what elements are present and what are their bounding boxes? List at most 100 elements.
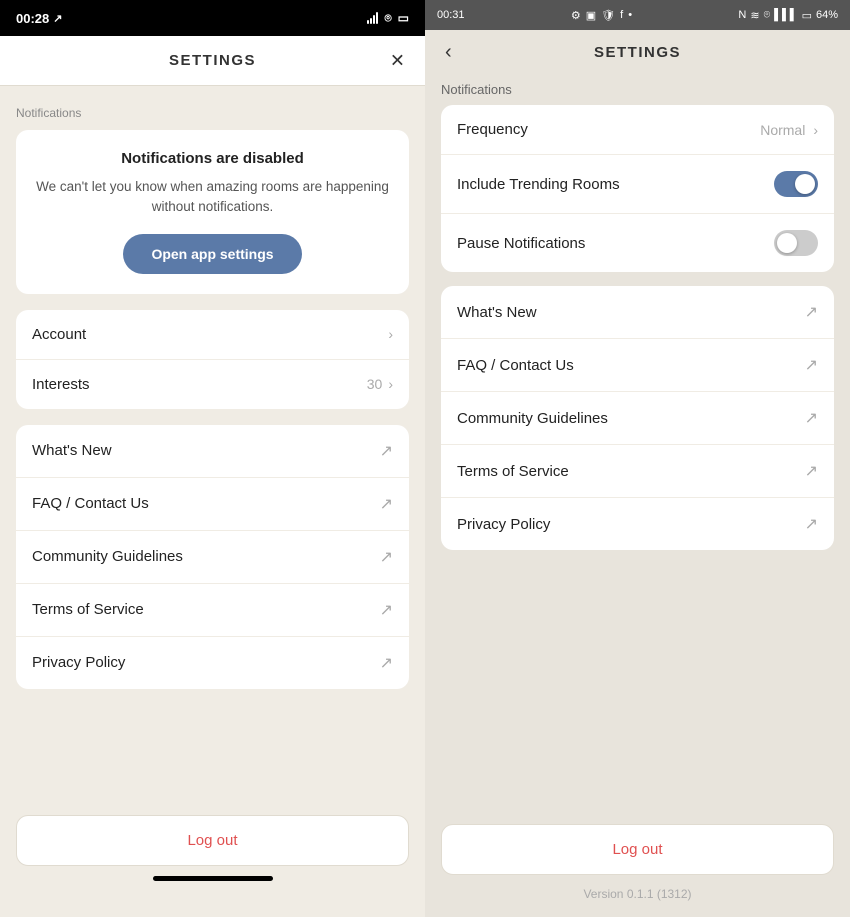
left-notifications-label: Notifications bbox=[16, 106, 409, 120]
left-account-section: Account › Interests 30 › bbox=[16, 310, 409, 409]
wifi-icon: ⌾ bbox=[384, 11, 391, 26]
right-signal-icon: ▌▌▌ bbox=[774, 9, 797, 21]
right-privacy-label: Privacy Policy bbox=[457, 516, 550, 533]
gear-icon: ⚙ bbox=[571, 9, 581, 22]
vibrate-icon: ≋ bbox=[750, 9, 759, 22]
right-whats-new-item[interactable]: What's New ↗ bbox=[441, 286, 834, 339]
left-faq-label: FAQ / Contact Us bbox=[32, 495, 149, 512]
external-link-icon-3: ↗ bbox=[380, 547, 393, 567]
left-privacy-label: Privacy Policy bbox=[32, 654, 125, 671]
right-faq-item[interactable]: FAQ / Contact Us ↗ bbox=[441, 339, 834, 392]
left-links-section: What's New ↗ FAQ / Contact Us ↗ Communit… bbox=[16, 425, 409, 689]
right-logout-button[interactable]: Log out bbox=[441, 824, 834, 875]
right-content: Notifications Frequency Normal › Include… bbox=[425, 74, 850, 816]
left-community-item[interactable]: Community Guidelines ↗ bbox=[16, 531, 409, 584]
right-community-label: Community Guidelines bbox=[457, 410, 608, 427]
screen-icon: ▣ bbox=[586, 9, 596, 22]
left-account-item[interactable]: Account › bbox=[16, 310, 409, 360]
left-status-bar: 00:28 ↗ ⌾ ▭ bbox=[0, 0, 425, 36]
close-button[interactable]: ✕ bbox=[390, 50, 405, 71]
right-tos-label: Terms of Service bbox=[457, 463, 569, 480]
right-pause-item: Pause Notifications bbox=[441, 214, 834, 272]
right-wifi-icon: ⌾ bbox=[764, 9, 771, 22]
right-tos-item[interactable]: Terms of Service ↗ bbox=[441, 445, 834, 498]
left-interests-label: Interests bbox=[32, 376, 90, 393]
right-notifications-card: Frequency Normal › Include Trending Room… bbox=[441, 105, 834, 272]
left-account-label: Account bbox=[32, 326, 86, 343]
right-community-item[interactable]: Community Guidelines ↗ bbox=[441, 392, 834, 445]
right-settings-title: SETTINGS bbox=[594, 44, 681, 61]
left-whats-new-item[interactable]: What's New ↗ bbox=[16, 425, 409, 478]
left-whats-new-label: What's New bbox=[32, 442, 112, 459]
right-faq-label: FAQ / Contact Us bbox=[457, 357, 574, 374]
left-header: SETTINGS ✕ bbox=[0, 36, 425, 86]
right-battery-level: 64% bbox=[816, 9, 838, 21]
right-pause-right bbox=[774, 230, 818, 256]
left-panel: 00:28 ↗ ⌾ ▭ SETTINGS ✕ Notifications Not… bbox=[0, 0, 425, 917]
left-interests-right: 30 › bbox=[367, 376, 393, 392]
chevron-right-icon: › bbox=[388, 326, 393, 342]
left-status-icons: ⌾ ▭ bbox=[367, 11, 409, 26]
left-content: Notifications Notifications are disabled… bbox=[0, 86, 425, 803]
frequency-value: Normal bbox=[760, 122, 805, 138]
right-whats-new-label: What's New bbox=[457, 304, 537, 321]
right-battery-area: N ≋ ⌾ ▌▌▌ ▭ 64% bbox=[738, 9, 838, 22]
right-pause-label: Pause Notifications bbox=[457, 235, 585, 252]
left-privacy-item[interactable]: Privacy Policy ↗ bbox=[16, 637, 409, 689]
location-icon: ↗ bbox=[53, 12, 62, 25]
right-trending-label: Include Trending Rooms bbox=[457, 176, 620, 193]
battery-icon: ▭ bbox=[398, 11, 409, 25]
left-interests-item[interactable]: Interests 30 › bbox=[16, 360, 409, 409]
signal-icon bbox=[367, 12, 378, 24]
home-indicator bbox=[153, 876, 273, 881]
notification-card-desc: We can't let you know when amazing rooms… bbox=[32, 177, 393, 218]
right-trending-item: Include Trending Rooms bbox=[441, 155, 834, 214]
left-settings-title: SETTINGS bbox=[169, 52, 256, 69]
right-privacy-item[interactable]: Privacy Policy ↗ bbox=[441, 498, 834, 550]
trending-toggle[interactable] bbox=[774, 171, 818, 197]
notification-disabled-card: Notifications are disabled We can't let … bbox=[16, 130, 409, 294]
left-logout-button[interactable]: Log out bbox=[16, 815, 409, 866]
left-footer: Log out bbox=[0, 803, 425, 917]
external-link-icon-1: ↗ bbox=[380, 441, 393, 461]
external-link-icon-2: ↗ bbox=[380, 494, 393, 514]
right-frequency-label: Frequency bbox=[457, 121, 528, 138]
right-external-link-2: ↗ bbox=[805, 355, 818, 375]
right-time: 00:31 bbox=[437, 9, 465, 21]
right-external-link-1: ↗ bbox=[805, 302, 818, 322]
left-time: 00:28 ↗ bbox=[16, 11, 62, 26]
facebook-icon: f bbox=[620, 9, 623, 21]
right-footer: Log out Version 0.1.1 (1312) bbox=[425, 816, 850, 917]
left-account-right: › bbox=[388, 326, 393, 342]
right-external-link-4: ↗ bbox=[805, 461, 818, 481]
open-app-settings-button[interactable]: Open app settings bbox=[123, 234, 301, 274]
right-external-link-3: ↗ bbox=[805, 408, 818, 428]
right-frequency-item[interactable]: Frequency Normal › bbox=[441, 105, 834, 155]
interests-count-badge: 30 bbox=[367, 376, 383, 392]
right-battery-icon: ▭ bbox=[802, 9, 812, 22]
left-tos-item[interactable]: Terms of Service ↗ bbox=[16, 584, 409, 637]
right-notifications-label: Notifications bbox=[441, 82, 834, 97]
right-time-area: 00:31 bbox=[437, 9, 465, 21]
right-trending-right bbox=[774, 171, 818, 197]
version-text: Version 0.1.1 (1312) bbox=[441, 887, 834, 901]
chevron-right-icon-2: › bbox=[388, 376, 393, 392]
notification-card-title: Notifications are disabled bbox=[32, 150, 393, 167]
external-link-icon-4: ↗ bbox=[380, 600, 393, 620]
left-faq-item[interactable]: FAQ / Contact Us ↗ bbox=[16, 478, 409, 531]
chevron-right-icon-freq: › bbox=[813, 122, 818, 138]
left-tos-label: Terms of Service bbox=[32, 601, 144, 618]
right-status-bar: 00:31 ⚙ ▣ 🛡 f • N ≋ ⌾ ▌▌▌ ▭ 64% bbox=[425, 0, 850, 30]
right-links-section: What's New ↗ FAQ / Contact Us ↗ Communit… bbox=[441, 286, 834, 550]
dot-icon: • bbox=[628, 9, 632, 21]
toggle-knob-pause bbox=[777, 233, 797, 253]
left-community-label: Community Guidelines bbox=[32, 548, 183, 565]
toggle-knob-trending bbox=[795, 174, 815, 194]
right-header: ‹ SETTINGS bbox=[425, 30, 850, 74]
pause-toggle[interactable] bbox=[774, 230, 818, 256]
back-button[interactable]: ‹ bbox=[445, 42, 452, 62]
right-status-icons: ⚙ ▣ 🛡 f • bbox=[571, 9, 632, 22]
right-panel: 00:31 ⚙ ▣ 🛡 f • N ≋ ⌾ ▌▌▌ ▭ 64% ‹ SETTIN… bbox=[425, 0, 850, 917]
right-frequency-right: Normal › bbox=[760, 122, 818, 138]
right-external-link-5: ↗ bbox=[805, 514, 818, 534]
